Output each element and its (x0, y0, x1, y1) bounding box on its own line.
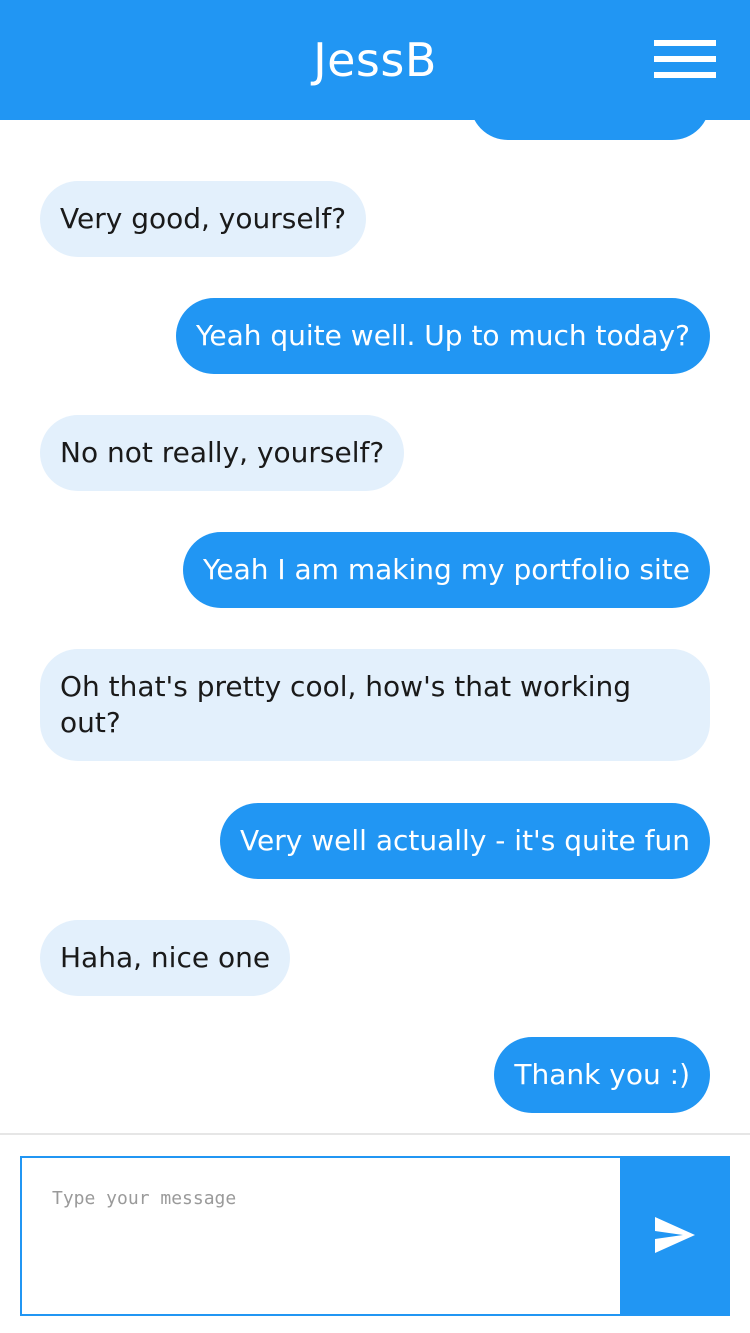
message-bubble-incoming: No not really, yourself? (40, 415, 405, 491)
menu-bar (654, 56, 716, 62)
message-text: Thank you :) (514, 1058, 690, 1091)
message-text: Yeah quite well. Up to much today? (195, 319, 690, 352)
message-composer (0, 1133, 750, 1333)
hamburger-menu-icon[interactable] (654, 40, 716, 78)
menu-bar (654, 72, 716, 78)
message-bubble-outgoing: Yeah I am making my portfolio site (182, 532, 710, 608)
message-bubble-incoming: Very good, yourself? (40, 181, 367, 257)
send-icon (655, 1217, 695, 1253)
message-text: Haha, nice one (60, 941, 271, 974)
message-bubble-outgoing: Thank you :) (494, 1037, 710, 1113)
message-list[interactable]: Very good, yourself? Yeah quite well. Up… (0, 0, 750, 1133)
message-text: No not really, yourself? (60, 436, 385, 469)
contact-name-title: JessB (313, 33, 437, 87)
message-bubble-outgoing: Yeah quite well. Up to much today? (175, 298, 710, 374)
message-text: Yeah I am making my portfolio site (202, 553, 690, 586)
app-header: JessB (0, 0, 750, 120)
message-text: Very well actually - it's quite fun (240, 824, 690, 857)
send-button[interactable] (620, 1158, 728, 1314)
message-bubble-incoming: Haha, nice one (40, 920, 291, 996)
menu-bar (654, 40, 716, 46)
message-text: Very good, yourself? (60, 202, 347, 235)
chat-app: Very good, yourself? Yeah quite well. Up… (0, 0, 750, 1333)
message-text: Oh that's pretty cool, how's that workin… (60, 670, 632, 739)
message-input[interactable] (22, 1158, 620, 1314)
composer-box (20, 1156, 730, 1316)
message-bubble-outgoing: Very well actually - it's quite fun (220, 803, 710, 879)
message-bubble-incoming: Oh that's pretty cool, how's that workin… (40, 649, 710, 761)
